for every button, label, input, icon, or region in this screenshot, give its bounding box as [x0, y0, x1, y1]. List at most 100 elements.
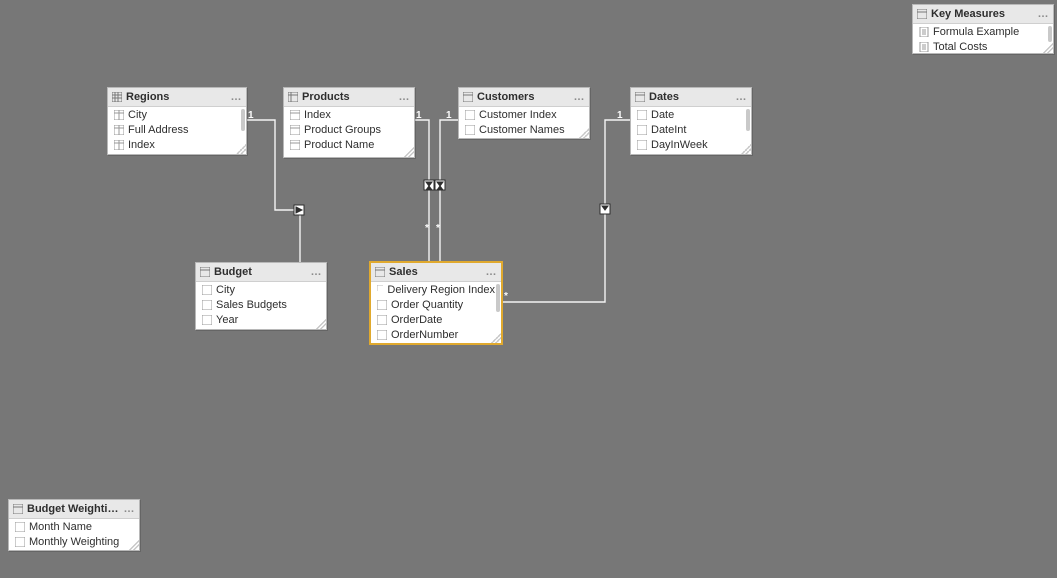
- table-customers[interactable]: Customers Customer Index Customer Names: [458, 87, 590, 139]
- column-icon: [202, 300, 212, 310]
- field-row[interactable]: Customer Names: [459, 122, 589, 137]
- column-icon: [637, 140, 647, 150]
- table-header[interactable]: Products: [284, 88, 414, 107]
- field-label: Customer Index: [479, 109, 557, 121]
- table-icon: [635, 92, 645, 102]
- resize-grip[interactable]: [236, 144, 246, 154]
- field-row[interactable]: Monthly Weighting: [9, 534, 139, 549]
- field-row[interactable]: Full Address: [108, 122, 246, 137]
- table-title: Customers: [477, 91, 569, 103]
- scrollbar[interactable]: [496, 284, 500, 312]
- field-row[interactable]: Index: [284, 107, 414, 122]
- field-row[interactable]: Sales Budgets: [196, 297, 326, 312]
- cardinality-many: *: [504, 291, 508, 302]
- field-row[interactable]: City: [108, 107, 246, 122]
- field-row[interactable]: Product Name: [284, 137, 414, 152]
- field-label: Customer Names: [479, 124, 565, 136]
- resize-grip[interactable]: [491, 333, 501, 343]
- resize-grip[interactable]: [404, 147, 414, 157]
- table-title: Key Measures: [931, 8, 1033, 20]
- table-regions[interactable]: Regions City Full Address Index: [107, 87, 247, 155]
- measure-icon: [919, 27, 929, 37]
- table-budget-weightings[interactable]: Budget Weightings Month Name Monthly Wei…: [8, 499, 140, 551]
- field-label: OrderDate: [391, 314, 442, 326]
- field-row[interactable]: DayInWeek: [631, 137, 751, 152]
- cardinality-one: 1: [446, 110, 452, 121]
- column-icon: [15, 522, 25, 532]
- column-icon: [637, 110, 647, 120]
- field-row[interactable]: Order Quantity: [371, 297, 501, 312]
- field-label: Product Groups: [304, 124, 381, 136]
- resize-grip[interactable]: [1043, 43, 1053, 53]
- column-icon: [290, 110, 300, 120]
- cardinality-many: *: [436, 223, 440, 234]
- field-row[interactable]: DateInt: [631, 122, 751, 137]
- table-menu-icon[interactable]: [1037, 8, 1049, 20]
- table-header[interactable]: Regions: [108, 88, 246, 107]
- field-row[interactable]: Total Costs: [913, 39, 1053, 54]
- field-row[interactable]: Index: [108, 137, 246, 152]
- field-row[interactable]: Formula Example: [913, 24, 1053, 39]
- table-header[interactable]: Key Measures: [913, 5, 1053, 24]
- table-header[interactable]: Customers: [459, 88, 589, 107]
- field-row[interactable]: City: [196, 282, 326, 297]
- field-row[interactable]: Year: [196, 312, 326, 327]
- scrollbar[interactable]: [746, 109, 750, 131]
- scrollbar[interactable]: [241, 109, 245, 131]
- table-menu-icon[interactable]: [485, 266, 497, 278]
- table-header[interactable]: Sales: [371, 263, 501, 282]
- field-row[interactable]: Month Name: [9, 519, 139, 534]
- resize-grip[interactable]: [316, 319, 326, 329]
- table-sales[interactable]: Sales Delivery Region Index Order Quanti…: [370, 262, 502, 344]
- column-icon: [290, 140, 300, 150]
- field-row[interactable]: Delivery Region Index: [371, 282, 501, 297]
- column-icon: [114, 140, 124, 150]
- measure-icon: [919, 42, 929, 52]
- field-row[interactable]: Product Groups: [284, 122, 414, 137]
- table-icon: [463, 92, 473, 102]
- field-row[interactable]: Customer Index: [459, 107, 589, 122]
- resize-grip[interactable]: [741, 144, 751, 154]
- table-title: Dates: [649, 91, 731, 103]
- table-icon: [288, 92, 298, 102]
- cardinality-one: 1: [416, 110, 422, 121]
- column-icon: [114, 125, 124, 135]
- column-icon: [114, 110, 124, 120]
- table-menu-icon[interactable]: [123, 503, 135, 515]
- column-icon: [202, 315, 212, 325]
- field-row[interactable]: OrderDate: [371, 312, 501, 327]
- table-title: Products: [302, 91, 394, 103]
- table-budget[interactable]: Budget City Sales Budgets Year: [195, 262, 327, 330]
- table-menu-icon[interactable]: [735, 91, 747, 103]
- resize-grip[interactable]: [579, 128, 589, 138]
- resize-grip[interactable]: [129, 540, 139, 550]
- table-header[interactable]: Budget Weightings: [9, 500, 139, 519]
- field-label: Order Quantity: [391, 299, 463, 311]
- table-icon: [375, 267, 385, 277]
- table-menu-icon[interactable]: [398, 91, 410, 103]
- field-label: DateInt: [651, 124, 686, 136]
- column-icon: [15, 537, 25, 547]
- table-key-measures[interactable]: Key Measures Formula Example Total Costs: [912, 4, 1054, 54]
- field-label: Index: [304, 109, 331, 121]
- field-label: Product Name: [304, 139, 374, 151]
- column-icon: [377, 315, 387, 325]
- model-canvas[interactable]: { "tables": { "regions": { "title": "Reg…: [0, 0, 1057, 578]
- table-header[interactable]: Budget: [196, 263, 326, 282]
- field-label: Date: [651, 109, 674, 121]
- field-row[interactable]: OrderNumber: [371, 327, 501, 342]
- table-dates[interactable]: Dates Date DateInt DayInWeek: [630, 87, 752, 155]
- table-header[interactable]: Dates: [631, 88, 751, 107]
- field-label: Sales Budgets: [216, 299, 287, 311]
- column-icon: [465, 125, 475, 135]
- table-menu-icon[interactable]: [573, 91, 585, 103]
- scrollbar[interactable]: [1048, 26, 1052, 42]
- field-label: Formula Example: [933, 26, 1019, 38]
- field-row[interactable]: Date: [631, 107, 751, 122]
- field-label: Total Costs: [933, 41, 987, 53]
- field-label: Full Address: [128, 124, 189, 136]
- table-menu-icon[interactable]: [230, 91, 242, 103]
- field-label: City: [128, 109, 147, 121]
- table-menu-icon[interactable]: [310, 266, 322, 278]
- table-products[interactable]: Products Index Product Groups Product Na…: [283, 87, 415, 158]
